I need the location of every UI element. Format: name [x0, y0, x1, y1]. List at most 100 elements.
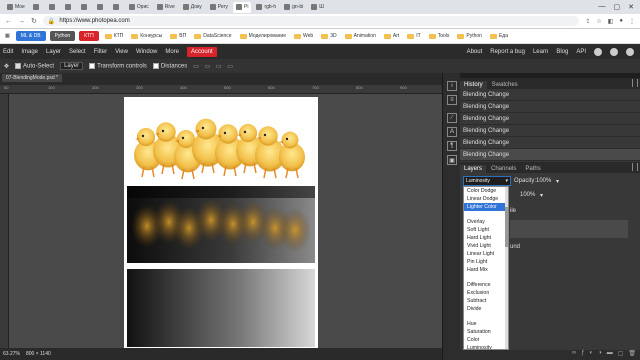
bookmark-folder[interactable]: Конкурсы	[129, 32, 164, 40]
profile-icon[interactable]: ●	[619, 18, 623, 25]
back-icon[interactable]: ←	[5, 18, 12, 25]
fx-icon[interactable]: ƒ	[581, 350, 584, 360]
blend-option[interactable]: Saturation	[464, 328, 508, 336]
menu-item-image[interactable]: Image	[21, 49, 38, 55]
blend-option[interactable]: Hard Mix	[464, 266, 508, 274]
facebook-icon[interactable]	[626, 47, 634, 56]
menu-link[interactable]: API	[576, 49, 586, 55]
blend-option[interactable]: Subtract	[464, 297, 508, 305]
blend-option[interactable]: Linear Light	[464, 250, 508, 258]
blend-option[interactable]: Linear Dodge	[464, 195, 508, 203]
auto-select-checkbox[interactable]: Auto-Select	[15, 62, 54, 69]
minimize-icon[interactable]: —	[599, 3, 606, 11]
blend-option[interactable]: Hard Light	[464, 234, 508, 242]
blend-option[interactable]: Difference	[464, 281, 508, 289]
selected-layer-row[interactable]	[510, 220, 628, 238]
url-field[interactable]: 🔒 https://www.photopea.com	[42, 16, 580, 26]
blend-option[interactable]: Hue	[464, 320, 508, 328]
bookmark-folder[interactable]: Моделирование	[238, 32, 288, 40]
browser-tab[interactable]	[46, 2, 60, 13]
document-canvas[interactable]	[124, 97, 318, 350]
css-icon[interactable]: ▣	[447, 155, 457, 165]
forward-icon[interactable]: →	[18, 18, 25, 25]
menu-item-view[interactable]: View	[115, 49, 128, 55]
kebab-menu-icon[interactable]: ⋮	[629, 18, 635, 25]
properties-icon[interactable]: ≡	[447, 95, 457, 105]
move-tool-icon[interactable]: ✥	[4, 63, 9, 70]
blend-option[interactable]: Color Dodge	[464, 187, 508, 195]
bookmark-folder[interactable]: Еда	[488, 32, 510, 40]
blend-option[interactable]: Soft Light	[464, 226, 508, 234]
menu-item-select[interactable]: Select	[69, 49, 86, 55]
history-item[interactable]: Blending Change	[460, 149, 640, 161]
menu-item-more[interactable]: More	[165, 49, 179, 55]
star-icon[interactable]: ☆	[596, 18, 601, 25]
blend-option[interactable]: Lighter Color	[464, 203, 508, 211]
bookmark-chip[interactable]: КТП	[79, 31, 99, 41]
share-icon[interactable]: ⇪	[585, 18, 590, 25]
tab-history[interactable]: History	[460, 81, 487, 89]
character-icon[interactable]: A	[447, 127, 457, 137]
menu-link[interactable]: Blog	[556, 49, 568, 55]
menu-item-window[interactable]: Window	[136, 49, 157, 55]
blend-option[interactable]: Exclusion	[464, 289, 508, 297]
browser-tab[interactable]	[78, 2, 92, 13]
history-item[interactable]: Blending Change	[460, 125, 640, 137]
history-item[interactable]: Blending Change	[460, 101, 640, 113]
blend-option[interactable]: Divide	[464, 305, 508, 313]
browser-tab[interactable]: rgb-h	[253, 2, 279, 13]
mask-icon[interactable]: ◐	[589, 350, 593, 360]
tab-layers[interactable]: Layers	[460, 165, 487, 173]
reddit-icon[interactable]	[594, 47, 602, 56]
align-icons[interactable]: ▭ ▭ ▭ ▭	[193, 63, 235, 70]
browser-tab[interactable]	[110, 2, 124, 13]
bookmark-folder[interactable]: DataScience	[192, 32, 233, 40]
bookmark-folder[interactable]: ВП	[168, 32, 188, 40]
blend-option[interactable]: Pin Light	[464, 258, 508, 266]
tab-channels[interactable]: Channels	[487, 165, 520, 173]
blend-mode-select[interactable]: Luminosity ▾	[463, 176, 511, 186]
bookmark-folder[interactable]: Python	[455, 32, 484, 40]
menu-item-edit[interactable]: Edit	[3, 49, 13, 55]
apps-grid-icon[interactable]: ▦	[3, 32, 12, 40]
link-icon[interactable]: ∞	[572, 350, 576, 360]
auto-select-target-select[interactable]: Layer	[60, 62, 84, 70]
fill-chevron-icon[interactable]: ▾	[540, 192, 543, 199]
account-button[interactable]: Account	[187, 46, 217, 57]
document-tab[interactable]: 07-BlendingMode.psd *	[2, 74, 62, 82]
browser-tab[interactable]: Ш	[308, 2, 327, 13]
distances-checkbox[interactable]: Distances	[152, 62, 187, 69]
blend-option[interactable]: Overlay	[464, 218, 508, 226]
bookmark-folder[interactable]: КТП	[103, 32, 126, 40]
menu-link[interactable]: Learn	[533, 49, 548, 55]
paragraph-icon[interactable]: ¶	[447, 141, 457, 151]
bookmark-chip[interactable]: ML & DB	[15, 31, 46, 41]
opacity-value[interactable]: 100%	[536, 178, 551, 184]
folder-icon[interactable]: ▬	[607, 350, 613, 360]
browser-tab[interactable]: gn-bi	[281, 2, 306, 13]
browser-tab[interactable]: Мое	[4, 2, 28, 13]
history-item[interactable]: Blending Change	[460, 137, 640, 149]
bookmark-folder[interactable]: Web	[292, 32, 315, 40]
menu-link[interactable]: About	[467, 49, 483, 55]
blend-option[interactable]: Luminosity	[464, 344, 508, 349]
bookmark-folder[interactable]: Tools	[427, 32, 452, 40]
transform-controls-checkbox[interactable]: Transform controls	[89, 62, 147, 69]
reload-icon[interactable]: ↻	[31, 17, 37, 25]
history-menu-icon[interactable]	[632, 79, 638, 87]
bookmark-folder[interactable]: IT	[405, 32, 422, 40]
bookmark-folder[interactable]: Animation	[343, 32, 378, 40]
fill-value[interactable]: 100%	[520, 192, 535, 198]
twitter-icon[interactable]	[610, 47, 618, 56]
browser-tab[interactable]: Rive	[154, 2, 178, 13]
history-item[interactable]: Blending Change	[460, 113, 640, 125]
menu-item-filter[interactable]: Filter	[94, 49, 107, 55]
browser-tab[interactable]	[30, 2, 44, 13]
bookmark-folder[interactable]: 3D	[319, 32, 338, 40]
extensions-icon[interactable]: ◧	[608, 18, 614, 25]
history-item[interactable]: Blending Change	[460, 89, 640, 101]
tab-swatches[interactable]: Swatches	[488, 81, 522, 89]
bookmark-chip[interactable]: Python	[49, 31, 76, 41]
layers-menu-icon[interactable]	[632, 163, 638, 171]
dropdown-scrollbar[interactable]	[505, 187, 508, 349]
